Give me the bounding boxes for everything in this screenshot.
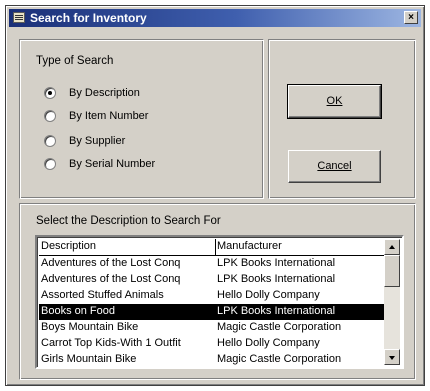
description-list-group: Select the Description to Search For Des… xyxy=(19,203,416,380)
cell-description: Adventures of the Lost Conq xyxy=(41,273,181,285)
list-label: Select the Description to Search For xyxy=(36,215,221,227)
description-listbox[interactable]: Description Manufacturer Adventures of t… xyxy=(35,235,404,369)
table-row[interactable]: Boys Mountain Bike Magic Castle Corporati… xyxy=(39,320,387,336)
cell-manufacturer: LPK Books International xyxy=(217,257,336,269)
cell-manufacturer: Hello Dolly Company xyxy=(217,289,320,301)
cancel-button[interactable]: Cancel xyxy=(288,150,381,183)
type-of-search-label: Type of Search xyxy=(36,55,114,67)
cell-manufacturer: LPK Books International xyxy=(217,273,336,285)
cell-manufacturer: Hello Dolly Company xyxy=(217,337,320,349)
window-title: Search for Inventory xyxy=(30,11,147,25)
radio-label: By Serial Number xyxy=(69,158,156,170)
search-for-inventory-dialog: Search for Inventory × Type of Search By… xyxy=(5,5,425,386)
radio-label: By Item Number xyxy=(69,110,149,122)
cell-description: Carrot Top Kids-With 1 Outfit xyxy=(41,337,181,349)
cell-description: Boys Mountain Bike xyxy=(41,321,139,333)
radio-label: By Description xyxy=(69,87,140,99)
close-button[interactable]: × xyxy=(404,11,418,24)
radio-icon[interactable] xyxy=(44,87,56,99)
form-icon xyxy=(13,12,25,23)
cell-description: Girls Mountain Bike xyxy=(41,353,137,365)
cell-manufacturer: Magic Castle Corporation xyxy=(217,321,342,333)
ok-button[interactable]: OK xyxy=(287,84,382,119)
radio-label: By Supplier xyxy=(69,135,126,147)
radio-icon[interactable] xyxy=(44,158,56,170)
radio-icon[interactable] xyxy=(44,135,56,147)
table-row[interactable]: Assorted Stuffed Animals Hello Dolly Comp… xyxy=(39,288,387,304)
cancel-button-label: Cancel xyxy=(317,160,352,172)
scroll-down-arrow-icon[interactable] xyxy=(384,349,400,365)
button-group: OK Cancel xyxy=(268,39,416,199)
title-bar[interactable]: Search for Inventory × xyxy=(9,9,421,27)
cell-description: Adventures of the Lost Conq xyxy=(41,257,181,269)
scroll-thumb[interactable] xyxy=(384,255,400,287)
radio-icon[interactable] xyxy=(44,110,56,122)
cell-manufacturer: LPK Books International xyxy=(217,305,336,317)
list-header: Description Manufacturer xyxy=(39,239,387,256)
table-row[interactable]: Carrot Top Kids-With 1 Outfit Hello Dolly… xyxy=(39,336,387,352)
type-of-search-group: Type of Search By Description By Item Nu… xyxy=(19,39,264,199)
vertical-scrollbar[interactable] xyxy=(384,239,400,365)
table-row[interactable]: Adventures of the Lost Conq LPK Books Int… xyxy=(39,272,387,288)
cell-description: Books on Food xyxy=(41,305,115,317)
scroll-up-arrow-icon[interactable] xyxy=(384,239,400,255)
column-header-manufacturer: Manufacturer xyxy=(217,240,282,252)
ok-button-label: OK xyxy=(326,95,343,107)
column-header-description: Description xyxy=(41,239,216,255)
table-row[interactable]: Adventures of the Lost Conq LPK Books Int… xyxy=(39,256,387,272)
table-row[interactable]: Books on Food LPK Books International xyxy=(39,304,387,320)
cell-manufacturer: Magic Castle Corporation xyxy=(217,353,342,365)
table-row[interactable]: Girls Mountain Bike Magic Castle Corporat… xyxy=(39,352,387,367)
cell-description: Assorted Stuffed Animals xyxy=(41,289,164,301)
